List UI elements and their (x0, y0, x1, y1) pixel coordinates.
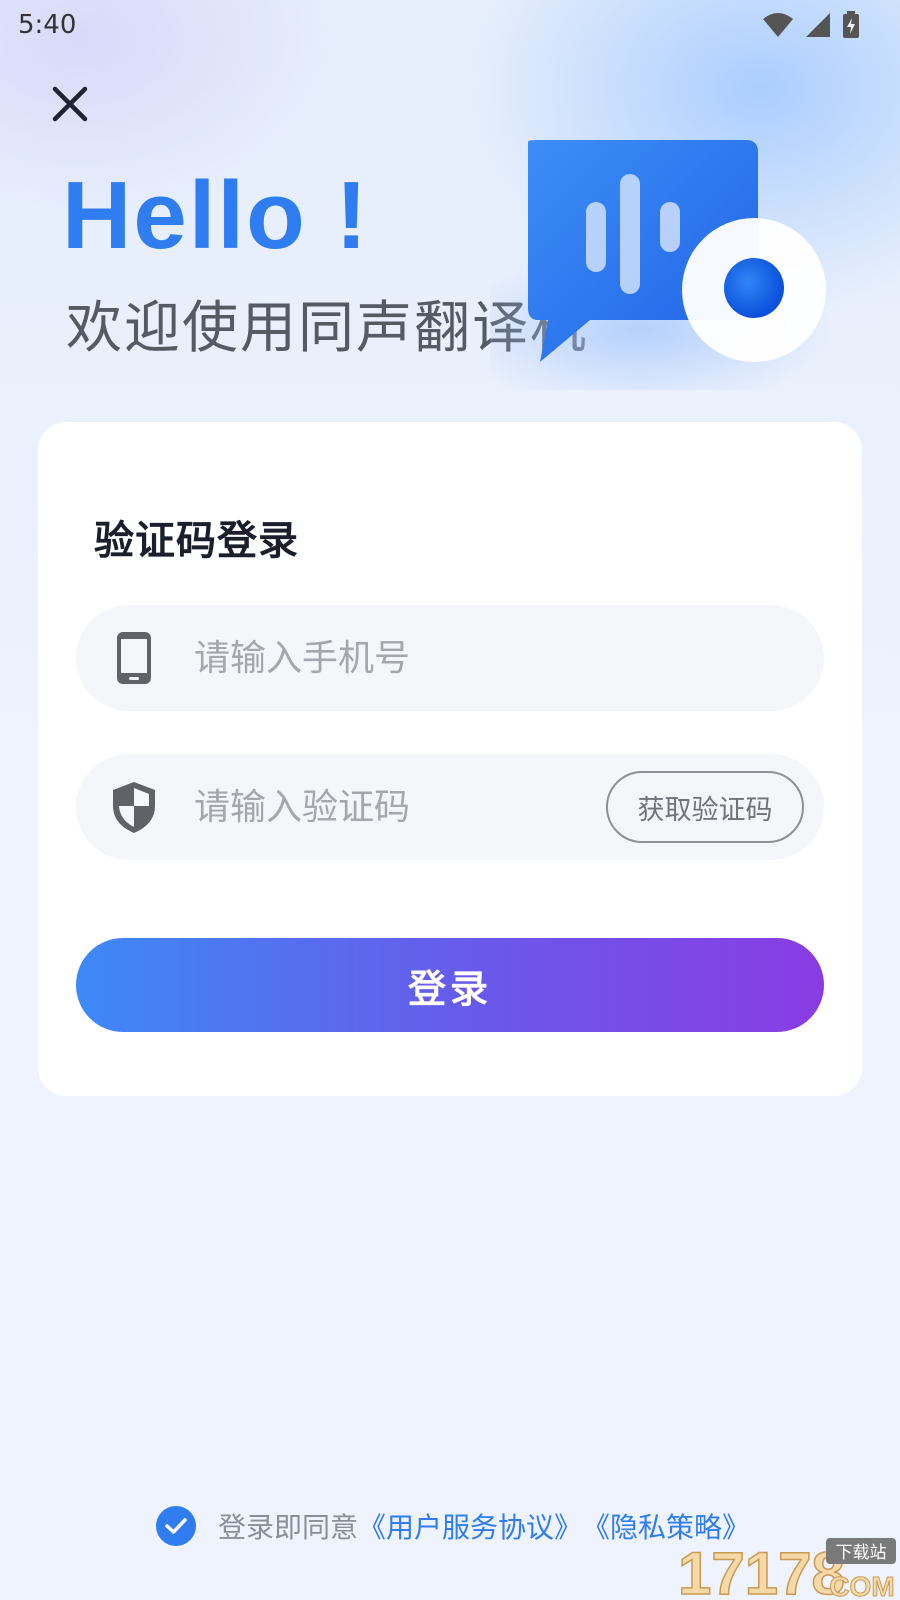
code-input[interactable] (194, 786, 606, 828)
agreement-row: 登录即同意 《用户服务协议》 《隐私策略》 (156, 1506, 750, 1546)
agreement-checkbox[interactable] (156, 1506, 196, 1546)
voice-bubble-illustration (490, 140, 830, 390)
watermark-sub: 下载站 (836, 1543, 887, 1563)
login-button[interactable]: 登录 (76, 938, 824, 1032)
checkmark-icon (165, 1518, 187, 1534)
get-code-button[interactable]: 获取验证码 (606, 771, 804, 843)
signal-icon (806, 13, 830, 37)
login-card-title: 验证码登录 (94, 518, 299, 564)
code-field[interactable]: 获取验证码 (76, 754, 824, 860)
phone-input[interactable] (194, 637, 824, 679)
phone-icon (104, 631, 164, 685)
close-icon (52, 86, 88, 122)
agreement-prefix: 登录即同意 (218, 1511, 359, 1544)
watermark-domain: COM (829, 1571, 894, 1600)
status-icons (762, 11, 860, 39)
phone-field[interactable] (76, 605, 824, 711)
site-watermark: 17178 下载站 COM (677, 1538, 896, 1600)
shield-icon (104, 780, 164, 834)
user-agreement-link[interactable]: 《用户服务协议》 (358, 1506, 582, 1546)
battery-icon (843, 11, 859, 38)
watermark-number: 17178 (678, 1540, 845, 1600)
status-bar: 5:40 (0, 0, 900, 50)
close-button[interactable] (44, 78, 96, 130)
wifi-icon (763, 13, 793, 37)
hello-title: Hello ! (62, 162, 370, 269)
status-time: 5:40 (18, 10, 77, 40)
